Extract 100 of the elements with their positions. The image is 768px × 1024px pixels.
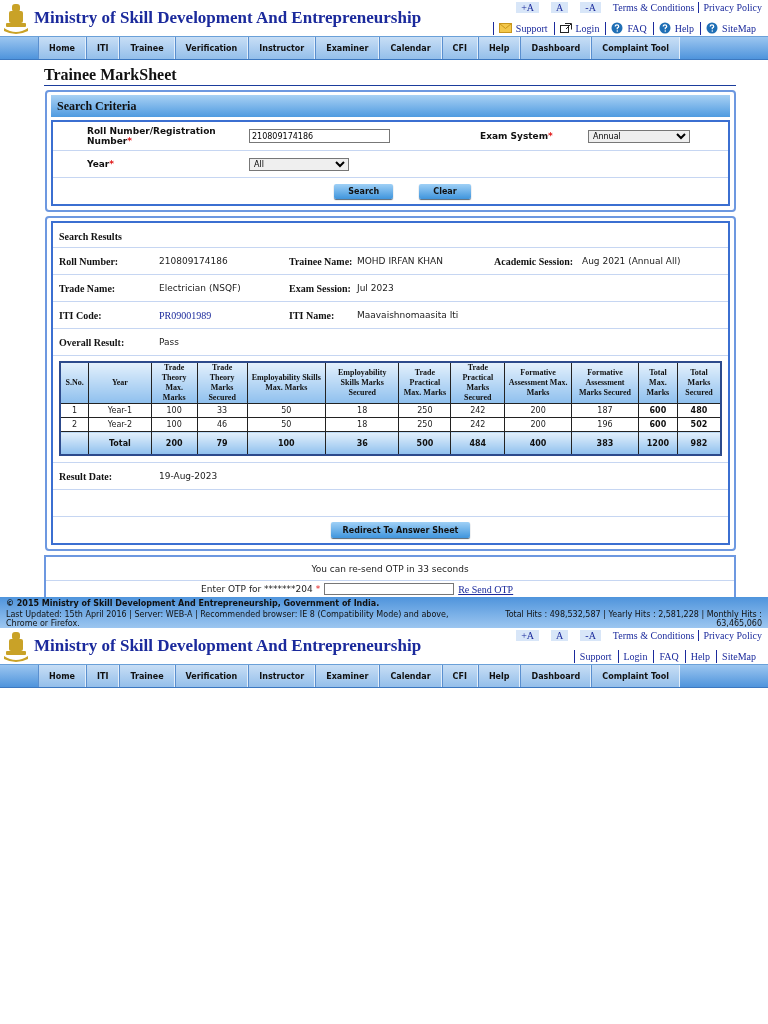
table-cell: Year-1 [88,403,152,418]
font-size-button[interactable]: A [551,629,569,641]
nav-tab[interactable]: Calendar [379,665,442,687]
field-label: Roll Number/Registration Number* [87,126,217,146]
field-label: Exam System* [480,131,554,141]
field-value: Aug 2021 (Annual All) [582,256,681,266]
table-cell: 50 [247,417,326,432]
input-field[interactable]: 210809174186 [249,129,390,143]
header-link[interactable]: Terms & Conditions [612,1,695,13]
nav-tab[interactable]: CFI [441,665,478,687]
nav-tab[interactable]: CFI [441,37,478,59]
font-size-button[interactable]: +A [516,629,540,641]
nav-tab[interactable]: Home [38,37,86,59]
nav-tab[interactable]: Trainee [119,37,175,59]
otp-field[interactable] [324,583,455,595]
nav-tab[interactable]: ITI [85,37,120,59]
otp-message: You can re-send OTP in 33 seconds [46,557,734,581]
table-cell: 100 [151,403,198,418]
field-label: ITI Name: [289,309,336,321]
table-cell: 18 [325,403,399,418]
nav-tab[interactable]: Calendar [379,37,442,59]
header-link[interactable]: Privacy Policy [698,1,762,13]
field-label: Result Date: [59,470,114,482]
header-link[interactable]: Support [579,650,612,662]
site-info: Last Updated: 15th April 2016 | Server: WEB-A | Recommended browser: IE 8 (Compatibility Mode) and above, Chrome or Firefox. [6,610,450,628]
nav-tab[interactable]: Verification [174,665,249,687]
column-header: Trade Practical Max. Marks [398,362,451,404]
field-value: 210809174186 [159,256,228,266]
nav-tab[interactable]: Verification [174,37,249,59]
nav-tab[interactable]: Examiner [315,37,380,59]
table-cell: Year-2 [88,417,152,432]
copyright-text: © 2015 Ministry of Skill Development And Entrepreneurship, Government of India. [6,599,381,608]
column-header: Formative Assessment Max. Marks [504,362,572,404]
nav-tab[interactable]: Dashboard [520,665,592,687]
dropdown[interactable]: Annual [588,129,690,143]
column-header: Trade Theory Max. Marks [151,362,198,404]
form-button[interactable]: Clear [419,183,471,199]
header-link[interactable]: Support [515,22,548,34]
font-size-button[interactable]: -A [580,1,601,13]
table-cell: 200 [504,403,572,418]
form-button[interactable]: Search [334,183,394,199]
dropdown[interactable]: All [249,157,349,171]
nav-tab[interactable]: Complaint Tool [591,665,681,687]
field-value: Jul 2023 [357,283,394,293]
section-title: Search Results [53,223,728,248]
site-title: Ministry of Skill Development And Entrepreneurship [34,8,422,28]
resend-link[interactable]: Re Send OTP [458,583,514,595]
nav-tab[interactable]: Examiner [315,665,380,687]
table-cell: 200 [504,417,572,432]
table-cell: 502 [677,417,721,432]
window-icon [559,23,572,33]
nav-tab[interactable]: Complaint Tool [591,37,681,59]
field-value: 19-Aug-2023 [159,471,218,481]
header-link[interactable]: Terms & Conditions [612,629,695,641]
table-cell: 33 [197,403,248,418]
header-link[interactable]: Privacy Policy [698,629,762,641]
header-link[interactable]: Login [623,650,648,662]
field-label: Enter OTP for *******204 * [201,584,321,594]
nav-tab[interactable]: Trainee [119,665,175,687]
field-value: MOHD IRFAN KHAN [357,256,443,266]
column-header: Formative Assessment Marks Secured [571,362,639,404]
table-cell: 100 [151,417,198,432]
nav-tab[interactable]: Help [477,37,521,59]
nav-tab[interactable]: Home [38,665,86,687]
table-cell: 50 [247,403,326,418]
emblem-icon [2,630,30,662]
table-cell: 250 [398,417,451,432]
nav-tab[interactable]: Instructor [248,37,316,59]
field-label: Exam Session: [289,282,352,294]
header-link[interactable]: Help [674,22,695,34]
header-link[interactable]: FAQ [627,22,647,34]
font-size-button[interactable]: A [551,1,569,13]
column-header: Total Max. Marks [638,362,678,404]
header-link[interactable]: FAQ [659,650,679,662]
table-cell: 242 [450,417,505,432]
field-label: Year* [87,159,116,169]
table-cell: 2 [60,417,89,432]
table-cell: 480 [677,403,721,418]
table-cell: 1 [60,403,89,418]
table-cell: 46 [197,417,248,432]
table-cell: 196 [571,417,639,432]
iti-code-link[interactable]: PR09001989 [159,309,212,321]
emblem-icon [2,2,30,34]
nav-tab[interactable]: Help [477,665,521,687]
header-link[interactable]: Help [690,650,711,662]
nav-tab[interactable]: Dashboard [520,37,592,59]
header-link[interactable]: SiteMap [722,650,756,662]
field-label: Trainee Name: [289,255,354,267]
font-size-button[interactable]: -A [580,629,601,641]
table-cell: 250 [398,403,451,418]
header-link[interactable]: SiteMap [722,22,756,34]
column-header: S.No. [60,362,89,404]
header-link[interactable]: Login [575,22,600,34]
column-header: Trade Practical Marks Secured [450,362,505,404]
nav-tab[interactable]: ITI [85,665,120,687]
redirect-button[interactable]: Redirect To Answer Sheet [330,522,471,538]
nav-tab[interactable]: Instructor [248,665,316,687]
table-cell: 600 [638,403,678,418]
font-size-button[interactable]: +A [516,1,540,13]
field-value: Pass [159,337,179,347]
